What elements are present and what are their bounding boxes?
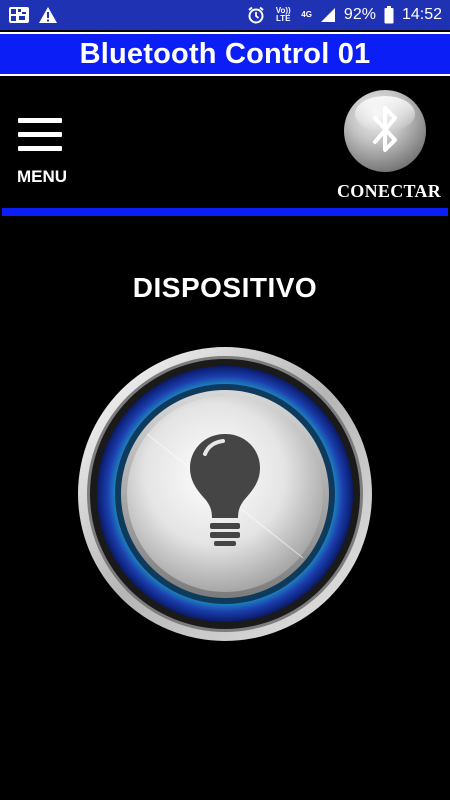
status-bar: Vo)) LTE 4G 92% 14:52 (0, 0, 450, 30)
battery-percent: 92% (343, 6, 376, 23)
hamburger-icon (18, 118, 62, 160)
app-title-bar: Bluetooth Control 01 (0, 32, 450, 76)
signal-icon (320, 7, 336, 23)
status-right: Vo)) LTE 4G 92% 14:52 (247, 6, 442, 24)
device-label: DISPOSITIVO (132, 272, 318, 303)
menu-button[interactable]: MENU (12, 112, 74, 192)
alarm-icon (247, 6, 265, 24)
divider (2, 208, 448, 216)
status-left (8, 6, 58, 24)
device-button-graphic (78, 347, 372, 641)
clock: 14:52 (401, 6, 442, 23)
menu-label: MENU (17, 167, 68, 186)
bluetooth-icon (344, 90, 426, 172)
connect-label: CONECTAR (337, 181, 442, 201)
qr-icon (8, 6, 30, 24)
warning-icon (38, 6, 58, 24)
battery-icon (384, 6, 394, 24)
volte-icon: Vo)) LTE (275, 6, 291, 23)
connect-button[interactable]: CONECTAR (334, 88, 442, 206)
app-title: Bluetooth Control 01 (79, 37, 371, 70)
device-toggle-button[interactable] (77, 346, 373, 642)
network-4g-icon: 4G (301, 10, 312, 19)
